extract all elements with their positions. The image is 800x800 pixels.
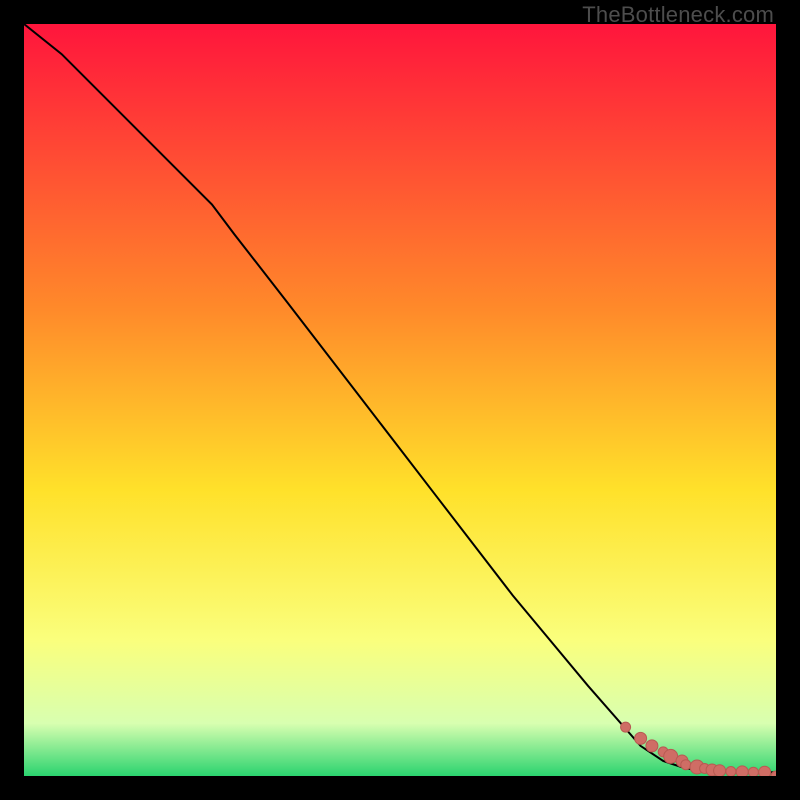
data-point [681, 760, 691, 770]
data-point [726, 767, 736, 777]
data-point [736, 766, 748, 776]
data-point [646, 740, 658, 752]
plot-area [24, 24, 776, 776]
chart-canvas [24, 24, 776, 776]
watermark-text: TheBottleneck.com [582, 2, 774, 28]
data-point [621, 722, 631, 732]
data-point [748, 767, 758, 776]
data-point [635, 732, 647, 744]
data-point [714, 765, 726, 776]
data-point [759, 766, 771, 776]
gradient-background [24, 24, 776, 776]
plot-frame [24, 24, 776, 776]
